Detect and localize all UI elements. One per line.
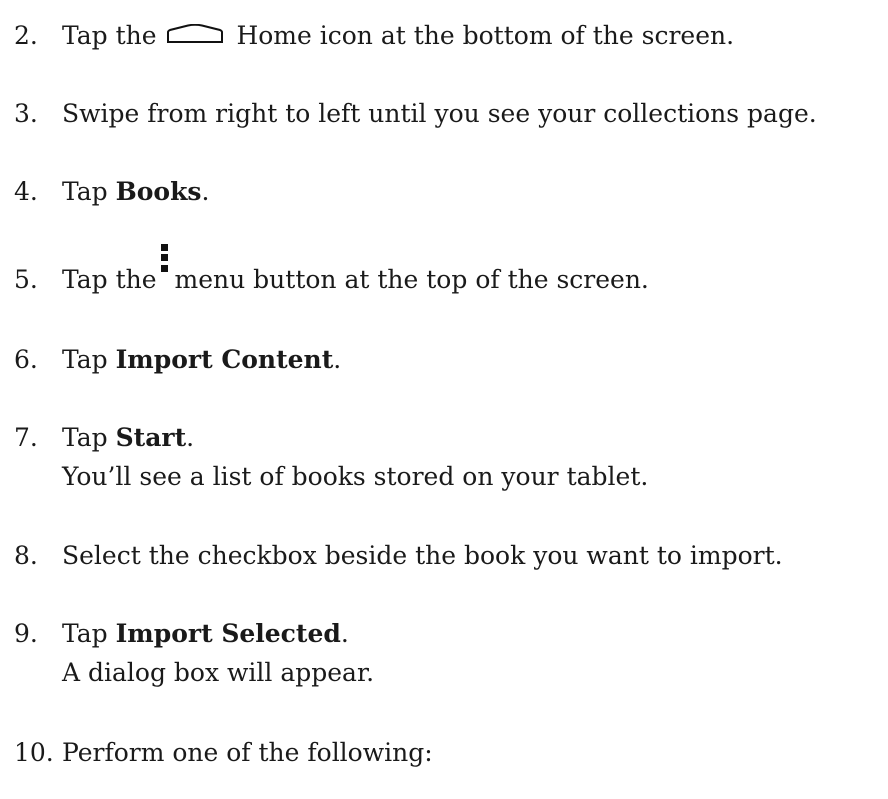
step-subtext: A dialog box will appear.	[62, 658, 375, 687]
step-subtext: You’ll see a list of books stored on you…	[62, 462, 649, 491]
step-text-after: .	[333, 345, 342, 374]
step-number: 6.	[14, 345, 38, 374]
step-text: Select the checkbox beside the book you …	[62, 541, 783, 570]
step-text: Tap the menu button at the top of the scr…	[62, 244, 649, 297]
step-number: 4.	[14, 177, 38, 206]
step-number: 2.	[14, 21, 38, 50]
step-text: Swipe from right to left until you see y…	[62, 99, 817, 128]
step-bold-label: Import Content	[115, 345, 334, 374]
step-text-after: .	[340, 619, 349, 648]
step-number: 3.	[14, 99, 38, 128]
step-text: Perform one of the following:	[62, 738, 433, 767]
step-text-before: Tap	[62, 619, 116, 648]
step-text: Tap Import Selected.	[62, 616, 349, 651]
step-number: 8.	[14, 541, 38, 570]
step-text-before: Tap the	[62, 21, 157, 50]
step-bold-label: Import Selected	[115, 619, 341, 648]
step-text-after: Home icon at the bottom of the screen.	[236, 21, 735, 50]
step-text: Tap Books.	[62, 174, 209, 209]
step-bold-label: Start	[115, 423, 187, 452]
step-text-before: Tap	[62, 345, 116, 374]
step-text-after: .	[201, 177, 210, 206]
step-number: 7.	[14, 423, 38, 452]
step-text: Tap Import Content.	[62, 342, 341, 377]
home-icon	[166, 18, 224, 53]
menu-icon	[160, 244, 169, 288]
step-number: 5.	[14, 265, 38, 294]
step-number: 10.	[14, 738, 54, 767]
step-text-after: menu button at the top of the screen.	[174, 265, 649, 294]
step-text-before: Tap	[62, 177, 116, 206]
step-text: Tap the Home icon at the bottom of the s…	[62, 18, 734, 53]
step-text-before: Tap	[62, 423, 116, 452]
step-number: 9.	[14, 619, 38, 648]
step-bold-label: Books	[115, 177, 202, 206]
step-text-before: Tap the	[62, 265, 157, 294]
step-text: Tap Start.	[62, 420, 194, 455]
step-text-after: .	[186, 423, 195, 452]
